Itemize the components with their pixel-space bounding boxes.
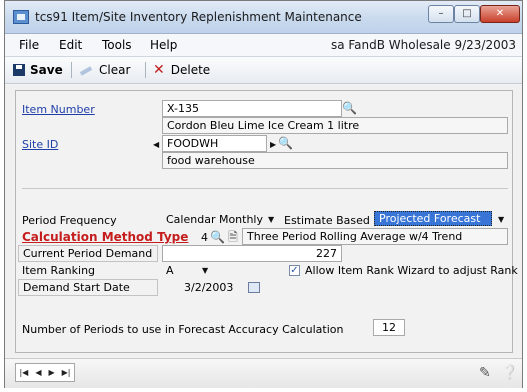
allow-rank-wizard-label: Allow Item Rank Wizard to adjust Rank xyxy=(305,264,518,277)
previous-record-icon[interactable]: ◀ xyxy=(35,368,41,377)
site-prev-arrow-icon[interactable]: ◀ xyxy=(153,140,159,149)
minimize-button[interactable]: – xyxy=(428,5,454,23)
status-bar: |◀ ◀ ▶ ▶| ✎ ❔ xyxy=(5,358,522,388)
item-number-link[interactable]: Item Number xyxy=(22,103,95,116)
calculation-method-code[interactable]: 4 xyxy=(201,231,208,244)
save-label: Save xyxy=(30,63,63,77)
period-frequency-select[interactable]: Calendar Monthly xyxy=(166,213,263,226)
section-divider xyxy=(22,188,508,189)
maximize-button[interactable]: □ xyxy=(454,5,480,23)
toolbar: Save Clear ✕ Delete xyxy=(5,57,522,84)
current-period-demand-field[interactable]: 227 xyxy=(162,245,342,262)
menu-file[interactable]: File xyxy=(19,38,39,52)
menu-help[interactable]: Help xyxy=(150,38,177,52)
period-frequency-label: Period Frequency xyxy=(22,214,117,227)
toolbar-divider xyxy=(71,62,72,78)
first-record-icon[interactable]: |◀ xyxy=(19,368,28,377)
estimate-based-on-select[interactable]: Projected Forecast xyxy=(374,211,492,226)
site-next-arrow-icon[interactable]: ▶ xyxy=(270,140,276,149)
clear-button[interactable]: Clear xyxy=(79,61,130,79)
form-frame: Item Number X-135 🔍 Cordon Bleu Lime Ice… xyxy=(15,90,518,353)
method-lookup-magnifier-icon[interactable]: 🔍 xyxy=(210,230,225,244)
close-button[interactable]: ✕ xyxy=(480,5,520,23)
save-icon xyxy=(13,64,25,76)
item-ranking-select[interactable]: A xyxy=(166,264,174,277)
chevron-down-icon[interactable]: ▼ xyxy=(498,215,504,224)
menu-edit[interactable]: Edit xyxy=(59,38,82,52)
note-icon[interactable]: ✎ xyxy=(479,365,491,381)
delete-button[interactable]: ✕ Delete xyxy=(153,61,210,79)
site-description: food warehouse xyxy=(162,152,508,169)
last-record-icon[interactable]: ▶| xyxy=(62,368,71,377)
demand-start-date-label: Demand Start Date xyxy=(18,279,158,296)
chevron-down-icon[interactable]: ▼ xyxy=(268,215,274,224)
form-area: Item Number X-135 🔍 Cordon Bleu Lime Ice… xyxy=(5,85,522,357)
item-number-field[interactable]: X-135 xyxy=(162,100,342,117)
delete-x-icon: ✕ xyxy=(153,62,165,78)
forecast-periods-label: Number of Periods to use in Forecast Acc… xyxy=(22,323,344,336)
app-window: tcs91 Item/Site Inventory Replenishment … xyxy=(4,0,523,388)
site-id-link[interactable]: Site ID xyxy=(22,138,58,151)
menu-tools[interactable]: Tools xyxy=(102,38,132,52)
next-record-icon[interactable]: ▶ xyxy=(48,368,54,377)
calendar-icon[interactable] xyxy=(248,282,260,293)
allow-rank-wizard-checkbox[interactable]: ✓ xyxy=(289,265,300,276)
demand-start-date-field[interactable]: 3/2/2003 xyxy=(184,281,233,294)
title-bar: tcs91 Item/Site Inventory Replenishment … xyxy=(5,1,522,34)
help-icon[interactable]: ❔ xyxy=(501,365,518,381)
record-navigator: |◀ ◀ ▶ ▶| xyxy=(15,363,75,382)
site-lookup-magnifier-icon[interactable]: 🔍 xyxy=(278,136,293,150)
app-icon xyxy=(13,10,29,24)
chevron-down-icon[interactable]: ▼ xyxy=(202,266,208,275)
save-button[interactable]: Save xyxy=(13,61,63,79)
item-description: Cordon Bleu Lime Ice Cream 1 litre xyxy=(162,117,508,134)
window-title: tcs91 Item/Site Inventory Replenishment … xyxy=(35,10,362,24)
calculation-method-description: Three Period Rolling Average w/4 Trend xyxy=(242,228,508,245)
item-ranking-label: Item Ranking xyxy=(22,264,96,277)
site-id-field[interactable]: FOODWH xyxy=(162,135,267,152)
delete-label: Delete xyxy=(170,63,211,77)
toolbar-divider xyxy=(145,62,146,78)
menu-bar: File Edit Tools Help sa FandB Wholesale … xyxy=(5,34,522,57)
note-icon[interactable]: 🗎 xyxy=(226,230,240,244)
forecast-periods-field[interactable]: 12 xyxy=(373,319,405,336)
clear-label: Clear xyxy=(99,63,131,77)
calculation-method-link[interactable]: Calculation Method Type xyxy=(22,230,188,244)
current-period-demand-label: Current Period Demand xyxy=(18,245,158,262)
user-company-date: sa FandB Wholesale 9/23/2003 xyxy=(330,38,516,52)
estimate-based-on-label: Estimate Based on xyxy=(284,214,388,227)
item-lookup-magnifier-icon[interactable]: 🔍 xyxy=(342,101,357,115)
eraser-icon xyxy=(79,64,93,76)
